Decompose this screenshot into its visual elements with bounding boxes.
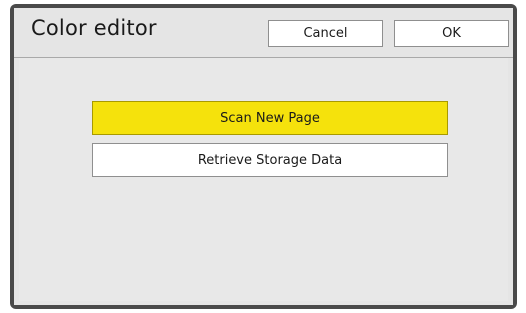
retrieve-storage-data-button[interactable]: Retrieve Storage Data xyxy=(92,143,448,177)
color-editor-screen: Color editor Cancel OK Scan New Page Ret… xyxy=(14,8,513,305)
page-title: Color editor xyxy=(31,16,157,40)
ok-button[interactable]: OK xyxy=(394,20,509,47)
cancel-button[interactable]: Cancel xyxy=(268,20,383,47)
header-bar: Color editor Cancel OK xyxy=(14,8,513,58)
scan-new-page-button[interactable]: Scan New Page xyxy=(92,101,448,135)
content-panel: Scan New Page Retrieve Storage Data xyxy=(19,58,508,301)
